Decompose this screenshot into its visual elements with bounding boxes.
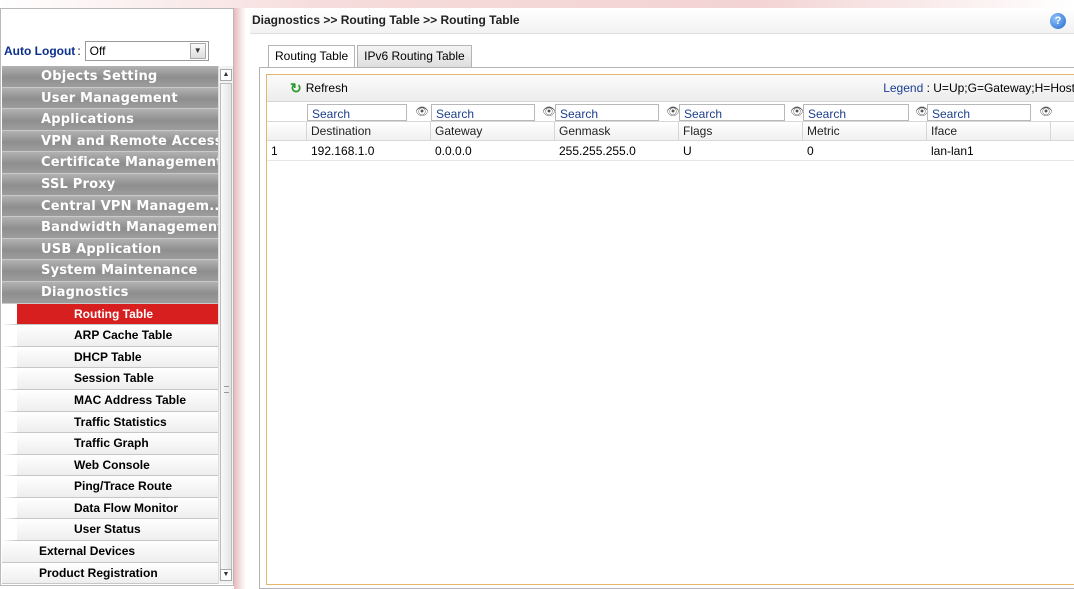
table-row[interactable]: 1 192.168.1.0 0.0.0.0 255.255.255.0 U 0 …: [267, 142, 1074, 161]
search-input-metric[interactable]: Search: [803, 104, 909, 121]
row-index: 1: [271, 144, 278, 158]
cell-metric: 0: [807, 144, 814, 158]
cell-genmask: 255.255.255.0: [559, 144, 636, 158]
chevron-down-icon[interactable]: ▼: [189, 43, 206, 59]
sidebar-scrollbar[interactable]: ▲ ▼: [218, 66, 233, 584]
submenu-item-arp-cache-table[interactable]: ARP Cache Table: [2, 325, 218, 347]
header-gateway[interactable]: Gateway: [431, 122, 555, 141]
submenu-item-data-flow-monitor[interactable]: Data Flow Monitor: [2, 497, 218, 520]
header-flags[interactable]: Flags: [679, 122, 803, 141]
submenu-item-web-console[interactable]: Web Console: [2, 454, 218, 477]
submenu-item-mac-address-table[interactable]: MAC Address Table: [2, 389, 218, 412]
scroll-up-icon[interactable]: ▲: [220, 69, 232, 81]
menu-item-diagnostics[interactable]: Diagnostics: [2, 281, 218, 304]
nav-menu: Objects Setting User Management Applicat…: [2, 66, 218, 584]
breadcrumb-bar: Diagnostics >> Routing Table >> Routing …: [250, 8, 1074, 34]
cell-flags: U: [683, 144, 692, 158]
auto-logout-colon: :: [77, 44, 81, 58]
auto-logout-label: Auto Logout: [4, 44, 76, 58]
refresh-label: Refresh: [305, 81, 348, 95]
legend-separator: :: [923, 81, 934, 95]
menu-item-objects-setting[interactable]: Objects Setting: [2, 66, 218, 88]
help-icon[interactable]: ?: [1050, 13, 1066, 29]
menu-item-central-vpn-management[interactable]: Central VPN Managem...: [2, 195, 218, 218]
menu-item-system-maintenance[interactable]: System Maintenance: [2, 260, 218, 282]
eye-icon[interactable]: 👁: [790, 105, 804, 118]
grid-toolbar: ↻ Refresh Legend : U=Up;G=Gateway;H=Host: [267, 75, 1074, 102]
header-index: [267, 122, 307, 141]
tab-routing-table[interactable]: Routing Table: [268, 45, 356, 68]
routing-grid: ↻ Refresh Legend : U=Up;G=Gateway;H=Host…: [266, 74, 1074, 585]
scrollbar-thumb[interactable]: [220, 83, 232, 578]
menu-item-vpn-remote-access[interactable]: VPN and Remote Access: [2, 130, 218, 153]
sidebar: Auto Logout : Off ▼ Objects Setting User…: [0, 8, 246, 589]
sidebar-frame: Auto Logout : Off ▼ Objects Setting User…: [0, 8, 234, 586]
header-iface[interactable]: Iface: [927, 122, 1051, 141]
submenu-item-ping-trace-route[interactable]: Ping/Trace Route: [2, 476, 218, 498]
eye-icon[interactable]: 👁: [1039, 105, 1053, 118]
auto-logout: Auto Logout : Off ▼: [1, 36, 233, 66]
refresh-button[interactable]: ↻ Refresh: [290, 81, 348, 95]
header-genmask[interactable]: Genmask: [555, 122, 679, 141]
cell-destination: 192.168.1.0: [311, 144, 375, 158]
auto-logout-select[interactable]: Off ▼: [84, 41, 209, 61]
legend: Legend : U=Up;G=Gateway;H=Host: [883, 81, 1074, 95]
scroll-down-icon[interactable]: ▼: [220, 569, 232, 581]
search-input-gateway[interactable]: Search: [431, 104, 535, 121]
search-input-genmask[interactable]: Search: [555, 104, 659, 121]
tab-panel: ↻ Refresh Legend : U=Up;G=Gateway;H=Host…: [259, 67, 1074, 589]
search-input-destination[interactable]: Search: [307, 104, 407, 121]
submenu-item-session-table[interactable]: Session Table: [2, 368, 218, 390]
tab-ipv6-routing-table[interactable]: IPv6 Routing Table: [357, 45, 472, 67]
legend-value: U=Up;G=Gateway;H=Host: [933, 81, 1074, 95]
breadcrumb: Diagnostics >> Routing Table >> Routing …: [252, 13, 520, 27]
submenu-item-traffic-statistics[interactable]: Traffic Statistics: [2, 411, 218, 434]
menu-item-user-management[interactable]: User Management: [2, 87, 218, 110]
submenu-item-dhcp-table[interactable]: DHCP Table: [2, 346, 218, 369]
eye-icon[interactable]: 👁: [666, 105, 680, 118]
legend-label: Legend: [883, 81, 924, 95]
sidebar-shadow: [234, 8, 246, 589]
header-destination[interactable]: Destination: [307, 122, 431, 141]
search-input-iface[interactable]: Search: [927, 104, 1031, 121]
header-metric[interactable]: Metric: [803, 122, 927, 141]
cell-gateway: 0.0.0.0: [435, 144, 472, 158]
menu-item-certificate-management[interactable]: Certificate Management: [2, 152, 218, 174]
sidebar-header: [1, 9, 233, 33]
main-content: Diagnostics >> Routing Table >> Routing …: [250, 8, 1074, 589]
scrollbar-grip-icon: [224, 386, 229, 393]
menu-item-bandwidth-management[interactable]: Bandwidth Management: [2, 217, 218, 239]
top-strip: [0, 0, 1074, 8]
search-row: Search 👁 Search 👁 Search 👁 Search 👁 Sear…: [267, 103, 1074, 122]
auto-logout-value: Off: [89, 44, 106, 58]
menu-item-product-registration[interactable]: Product Registration: [2, 562, 218, 584]
menu-item-ssl-proxy[interactable]: SSL Proxy: [2, 173, 218, 196]
tab-bar: Routing Table IPv6 Routing Table: [268, 45, 474, 68]
eye-icon[interactable]: 👁: [415, 105, 429, 118]
cell-iface: lan-lan1: [931, 144, 974, 158]
eye-icon[interactable]: 👁: [542, 105, 556, 118]
submenu-item-traffic-graph[interactable]: Traffic Graph: [2, 433, 218, 455]
header-row: Destination Gateway Genmask Flags Metric…: [267, 122, 1074, 141]
submenu-item-user-status[interactable]: User Status: [2, 519, 218, 542]
submenu-item-routing-table[interactable]: Routing Table: [2, 303, 218, 326]
menu-item-usb-application[interactable]: USB Application: [2, 238, 218, 261]
refresh-icon: ↻: [290, 80, 302, 96]
menu-item-applications[interactable]: Applications: [2, 109, 218, 131]
search-input-flags[interactable]: Search: [679, 104, 785, 121]
menu-item-external-devices[interactable]: External Devices: [2, 541, 218, 563]
